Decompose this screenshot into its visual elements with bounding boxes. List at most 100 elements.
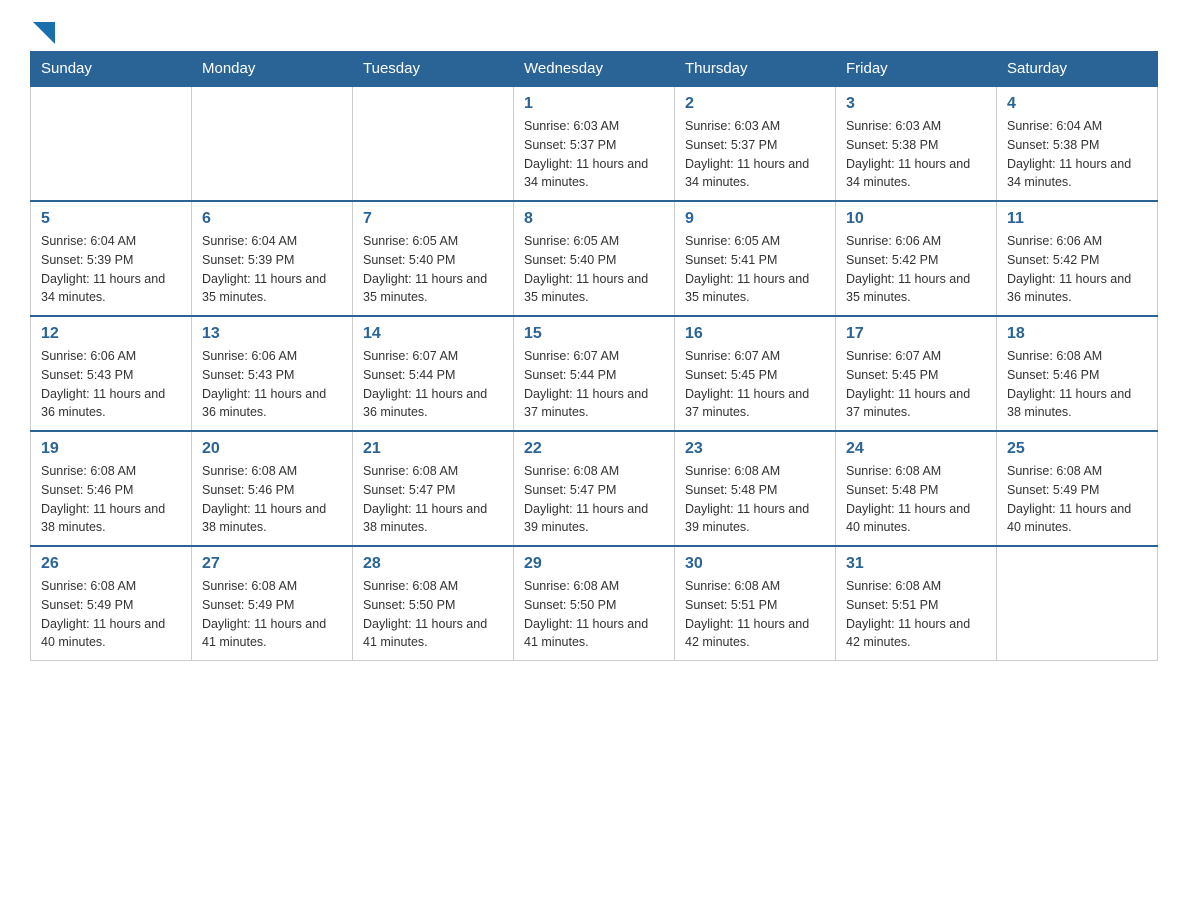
day-number: 3 [846, 95, 986, 113]
day-info: Sunrise: 6:06 AM Sunset: 5:42 PM Dayligh… [1007, 232, 1147, 307]
day-info: Sunrise: 6:07 AM Sunset: 5:44 PM Dayligh… [363, 347, 503, 422]
day-number: 6 [202, 210, 342, 228]
day-info: Sunrise: 6:08 AM Sunset: 5:51 PM Dayligh… [685, 577, 825, 652]
day-number: 11 [1007, 210, 1147, 228]
day-info: Sunrise: 6:07 AM Sunset: 5:44 PM Dayligh… [524, 347, 664, 422]
day-info: Sunrise: 6:08 AM Sunset: 5:50 PM Dayligh… [524, 577, 664, 652]
calendar-header-row: SundayMondayTuesdayWednesdayThursdayFrid… [31, 52, 1158, 87]
logo [30, 20, 55, 41]
day-info: Sunrise: 6:08 AM Sunset: 5:51 PM Dayligh… [846, 577, 986, 652]
calendar-cell: 16 Sunrise: 6:07 AM Sunset: 5:45 PM Dayli… [675, 316, 836, 431]
day-number: 26 [41, 555, 181, 573]
day-number: 16 [685, 325, 825, 343]
column-header-sunday: Sunday [31, 52, 192, 87]
week-row-5: 26 Sunrise: 6:08 AM Sunset: 5:49 PM Dayli… [31, 546, 1158, 661]
day-info: Sunrise: 6:05 AM Sunset: 5:40 PM Dayligh… [363, 232, 503, 307]
calendar-cell: 12Sunrise: 6:06 AM Sunset: 5:43 PM Dayli… [31, 316, 192, 431]
day-number: 8 [524, 210, 664, 228]
calendar-cell: 25Sunrise: 6:08 AM Sunset: 5:49 PM Dayli… [997, 431, 1158, 546]
day-number: 13 [202, 325, 342, 343]
day-info: Sunrise: 6:08 AM Sunset: 5:46 PM Dayligh… [1007, 347, 1147, 422]
day-number: 30 [685, 555, 825, 573]
calendar-cell: 6Sunrise: 6:04 AM Sunset: 5:39 PM Daylig… [192, 201, 353, 316]
day-number: 24 [846, 440, 986, 458]
calendar-cell: 29 Sunrise: 6:08 AM Sunset: 5:50 PM Dayli… [514, 546, 675, 661]
day-info: Sunrise: 6:06 AM Sunset: 5:43 PM Dayligh… [41, 347, 181, 422]
day-number: 4 [1007, 95, 1147, 113]
calendar-cell: 27 Sunrise: 6:08 AM Sunset: 5:49 PM Dayli… [192, 546, 353, 661]
calendar-cell: 8Sunrise: 6:05 AM Sunset: 5:40 PM Daylig… [514, 201, 675, 316]
calendar-cell [192, 86, 353, 201]
calendar-cell [353, 86, 514, 201]
logo-arrow-icon [33, 22, 55, 44]
day-info: Sunrise: 6:04 AM Sunset: 5:38 PM Dayligh… [1007, 117, 1147, 192]
column-header-monday: Monday [192, 52, 353, 87]
calendar-cell: 30 Sunrise: 6:08 AM Sunset: 5:51 PM Dayli… [675, 546, 836, 661]
calendar-cell: 13 Sunrise: 6:06 AM Sunset: 5:43 PM Dayli… [192, 316, 353, 431]
day-info: Sunrise: 6:04 AM Sunset: 5:39 PM Dayligh… [41, 232, 181, 307]
day-info: Sunrise: 6:06 AM Sunset: 5:43 PM Dayligh… [202, 347, 342, 422]
day-number: 15 [524, 325, 664, 343]
day-info: Sunrise: 6:07 AM Sunset: 5:45 PM Dayligh… [685, 347, 825, 422]
week-row-3: 12Sunrise: 6:06 AM Sunset: 5:43 PM Dayli… [31, 316, 1158, 431]
calendar-cell: 22 Sunrise: 6:08 AM Sunset: 5:47 PM Dayli… [514, 431, 675, 546]
column-header-saturday: Saturday [997, 52, 1158, 87]
column-header-thursday: Thursday [675, 52, 836, 87]
day-number: 5 [41, 210, 181, 228]
calendar-cell: 11 Sunrise: 6:06 AM Sunset: 5:42 PM Dayli… [997, 201, 1158, 316]
calendar-cell: 15 Sunrise: 6:07 AM Sunset: 5:44 PM Dayli… [514, 316, 675, 431]
calendar-cell: 28Sunrise: 6:08 AM Sunset: 5:50 PM Dayli… [353, 546, 514, 661]
calendar-cell: 17Sunrise: 6:07 AM Sunset: 5:45 PM Dayli… [836, 316, 997, 431]
day-info: Sunrise: 6:08 AM Sunset: 5:46 PM Dayligh… [41, 462, 181, 537]
day-number: 23 [685, 440, 825, 458]
day-info: Sunrise: 6:08 AM Sunset: 5:48 PM Dayligh… [846, 462, 986, 537]
calendar-cell: 4 Sunrise: 6:04 AM Sunset: 5:38 PM Daylig… [997, 86, 1158, 201]
calendar-cell: 3 Sunrise: 6:03 AM Sunset: 5:38 PM Daylig… [836, 86, 997, 201]
day-number: 21 [363, 440, 503, 458]
calendar-cell [997, 546, 1158, 661]
calendar-cell: 26 Sunrise: 6:08 AM Sunset: 5:49 PM Dayli… [31, 546, 192, 661]
calendar-cell: 9 Sunrise: 6:05 AM Sunset: 5:41 PM Daylig… [675, 201, 836, 316]
day-info: Sunrise: 6:08 AM Sunset: 5:49 PM Dayligh… [41, 577, 181, 652]
calendar-cell: 23 Sunrise: 6:08 AM Sunset: 5:48 PM Dayli… [675, 431, 836, 546]
calendar-cell: 18 Sunrise: 6:08 AM Sunset: 5:46 PM Dayli… [997, 316, 1158, 431]
day-info: Sunrise: 6:08 AM Sunset: 5:49 PM Dayligh… [202, 577, 342, 652]
calendar-cell: 20 Sunrise: 6:08 AM Sunset: 5:46 PM Dayli… [192, 431, 353, 546]
day-number: 9 [685, 210, 825, 228]
calendar-cell: 2 Sunrise: 6:03 AM Sunset: 5:37 PM Daylig… [675, 86, 836, 201]
day-info: Sunrise: 6:08 AM Sunset: 5:47 PM Dayligh… [524, 462, 664, 537]
day-number: 10 [846, 210, 986, 228]
day-number: 28 [363, 555, 503, 573]
day-info: Sunrise: 6:03 AM Sunset: 5:37 PM Dayligh… [685, 117, 825, 192]
day-info: Sunrise: 6:06 AM Sunset: 5:42 PM Dayligh… [846, 232, 986, 307]
calendar-cell: 21 Sunrise: 6:08 AM Sunset: 5:47 PM Dayli… [353, 431, 514, 546]
page-header [30, 20, 1158, 41]
day-number: 7 [363, 210, 503, 228]
week-row-4: 19 Sunrise: 6:08 AM Sunset: 5:46 PM Dayli… [31, 431, 1158, 546]
calendar-cell: 31Sunrise: 6:08 AM Sunset: 5:51 PM Dayli… [836, 546, 997, 661]
day-number: 22 [524, 440, 664, 458]
calendar-cell: 7 Sunrise: 6:05 AM Sunset: 5:40 PM Daylig… [353, 201, 514, 316]
week-row-2: 5 Sunrise: 6:04 AM Sunset: 5:39 PM Daylig… [31, 201, 1158, 316]
calendar-cell: 10 Sunrise: 6:06 AM Sunset: 5:42 PM Dayli… [836, 201, 997, 316]
day-info: Sunrise: 6:08 AM Sunset: 5:47 PM Dayligh… [363, 462, 503, 537]
day-number: 29 [524, 555, 664, 573]
day-info: Sunrise: 6:08 AM Sunset: 5:48 PM Dayligh… [685, 462, 825, 537]
day-number: 17 [846, 325, 986, 343]
column-header-tuesday: Tuesday [353, 52, 514, 87]
column-header-wednesday: Wednesday [514, 52, 675, 87]
day-info: Sunrise: 6:08 AM Sunset: 5:46 PM Dayligh… [202, 462, 342, 537]
day-info: Sunrise: 6:05 AM Sunset: 5:41 PM Dayligh… [685, 232, 825, 307]
day-number: 19 [41, 440, 181, 458]
calendar-cell [31, 86, 192, 201]
day-number: 27 [202, 555, 342, 573]
day-info: Sunrise: 6:03 AM Sunset: 5:38 PM Dayligh… [846, 117, 986, 192]
day-number: 20 [202, 440, 342, 458]
day-info: Sunrise: 6:08 AM Sunset: 5:49 PM Dayligh… [1007, 462, 1147, 537]
day-info: Sunrise: 6:03 AM Sunset: 5:37 PM Dayligh… [524, 117, 664, 192]
calendar-cell: 1Sunrise: 6:03 AM Sunset: 5:37 PM Daylig… [514, 86, 675, 201]
day-number: 18 [1007, 325, 1147, 343]
week-row-1: 1Sunrise: 6:03 AM Sunset: 5:37 PM Daylig… [31, 86, 1158, 201]
day-number: 14 [363, 325, 503, 343]
day-number: 2 [685, 95, 825, 113]
